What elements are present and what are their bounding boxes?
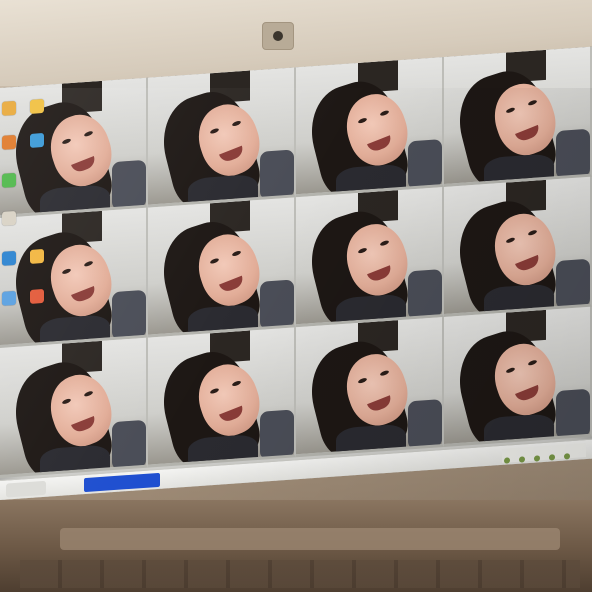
photo-tile xyxy=(148,197,296,338)
desktop-icons xyxy=(0,90,60,474)
taskbar-window-button[interactable] xyxy=(84,472,160,493)
photo-chair xyxy=(112,419,146,471)
desktop-shortcut-icon[interactable] xyxy=(2,210,16,226)
photo-chair xyxy=(408,269,442,320)
photo-chair xyxy=(260,279,294,330)
start-button[interactable] xyxy=(6,480,46,498)
photo-chair xyxy=(556,128,590,180)
desktop-shortcut-icon[interactable] xyxy=(2,172,16,188)
photo-tile xyxy=(444,306,592,447)
photo-tile xyxy=(296,56,444,198)
photo-tile xyxy=(296,186,444,328)
wallpaper-photo-grid xyxy=(0,46,592,480)
photo-chair xyxy=(260,409,294,460)
desktop-shortcut-icon[interactable] xyxy=(30,98,44,114)
webcam-icon xyxy=(262,22,294,50)
photo-chair xyxy=(408,399,442,450)
photo-tile xyxy=(444,46,592,187)
desktop-shortcut-icon[interactable] xyxy=(2,290,16,306)
photo-chair xyxy=(112,289,146,341)
photo-tile xyxy=(444,176,592,317)
tray-icon[interactable] xyxy=(549,454,556,461)
desktop-shortcut-icon[interactable] xyxy=(30,132,44,148)
photo-tile xyxy=(148,327,296,468)
laptop-hinge xyxy=(60,528,560,550)
laptop-screen xyxy=(0,46,592,500)
photo-tile xyxy=(148,67,296,208)
keyboard-row xyxy=(20,560,580,588)
photo-chair xyxy=(556,388,590,440)
desktop-shortcut-icon[interactable] xyxy=(2,100,16,116)
desktop-shortcut-icon[interactable] xyxy=(30,288,44,304)
photo-chair xyxy=(556,258,590,310)
tray-icon[interactable] xyxy=(534,455,541,462)
desktop-shortcut-icon[interactable] xyxy=(2,134,16,150)
tray-icon[interactable] xyxy=(564,453,571,460)
photo-chair xyxy=(408,139,442,190)
desktop-shortcut-icon[interactable] xyxy=(30,248,44,264)
photo-tile xyxy=(296,316,444,458)
tray-icon[interactable] xyxy=(504,457,510,464)
desktop-shortcut-icon[interactable] xyxy=(2,250,16,266)
tray-icon[interactable] xyxy=(519,456,526,463)
photo-chair xyxy=(260,149,294,200)
photo-chair xyxy=(112,159,146,211)
